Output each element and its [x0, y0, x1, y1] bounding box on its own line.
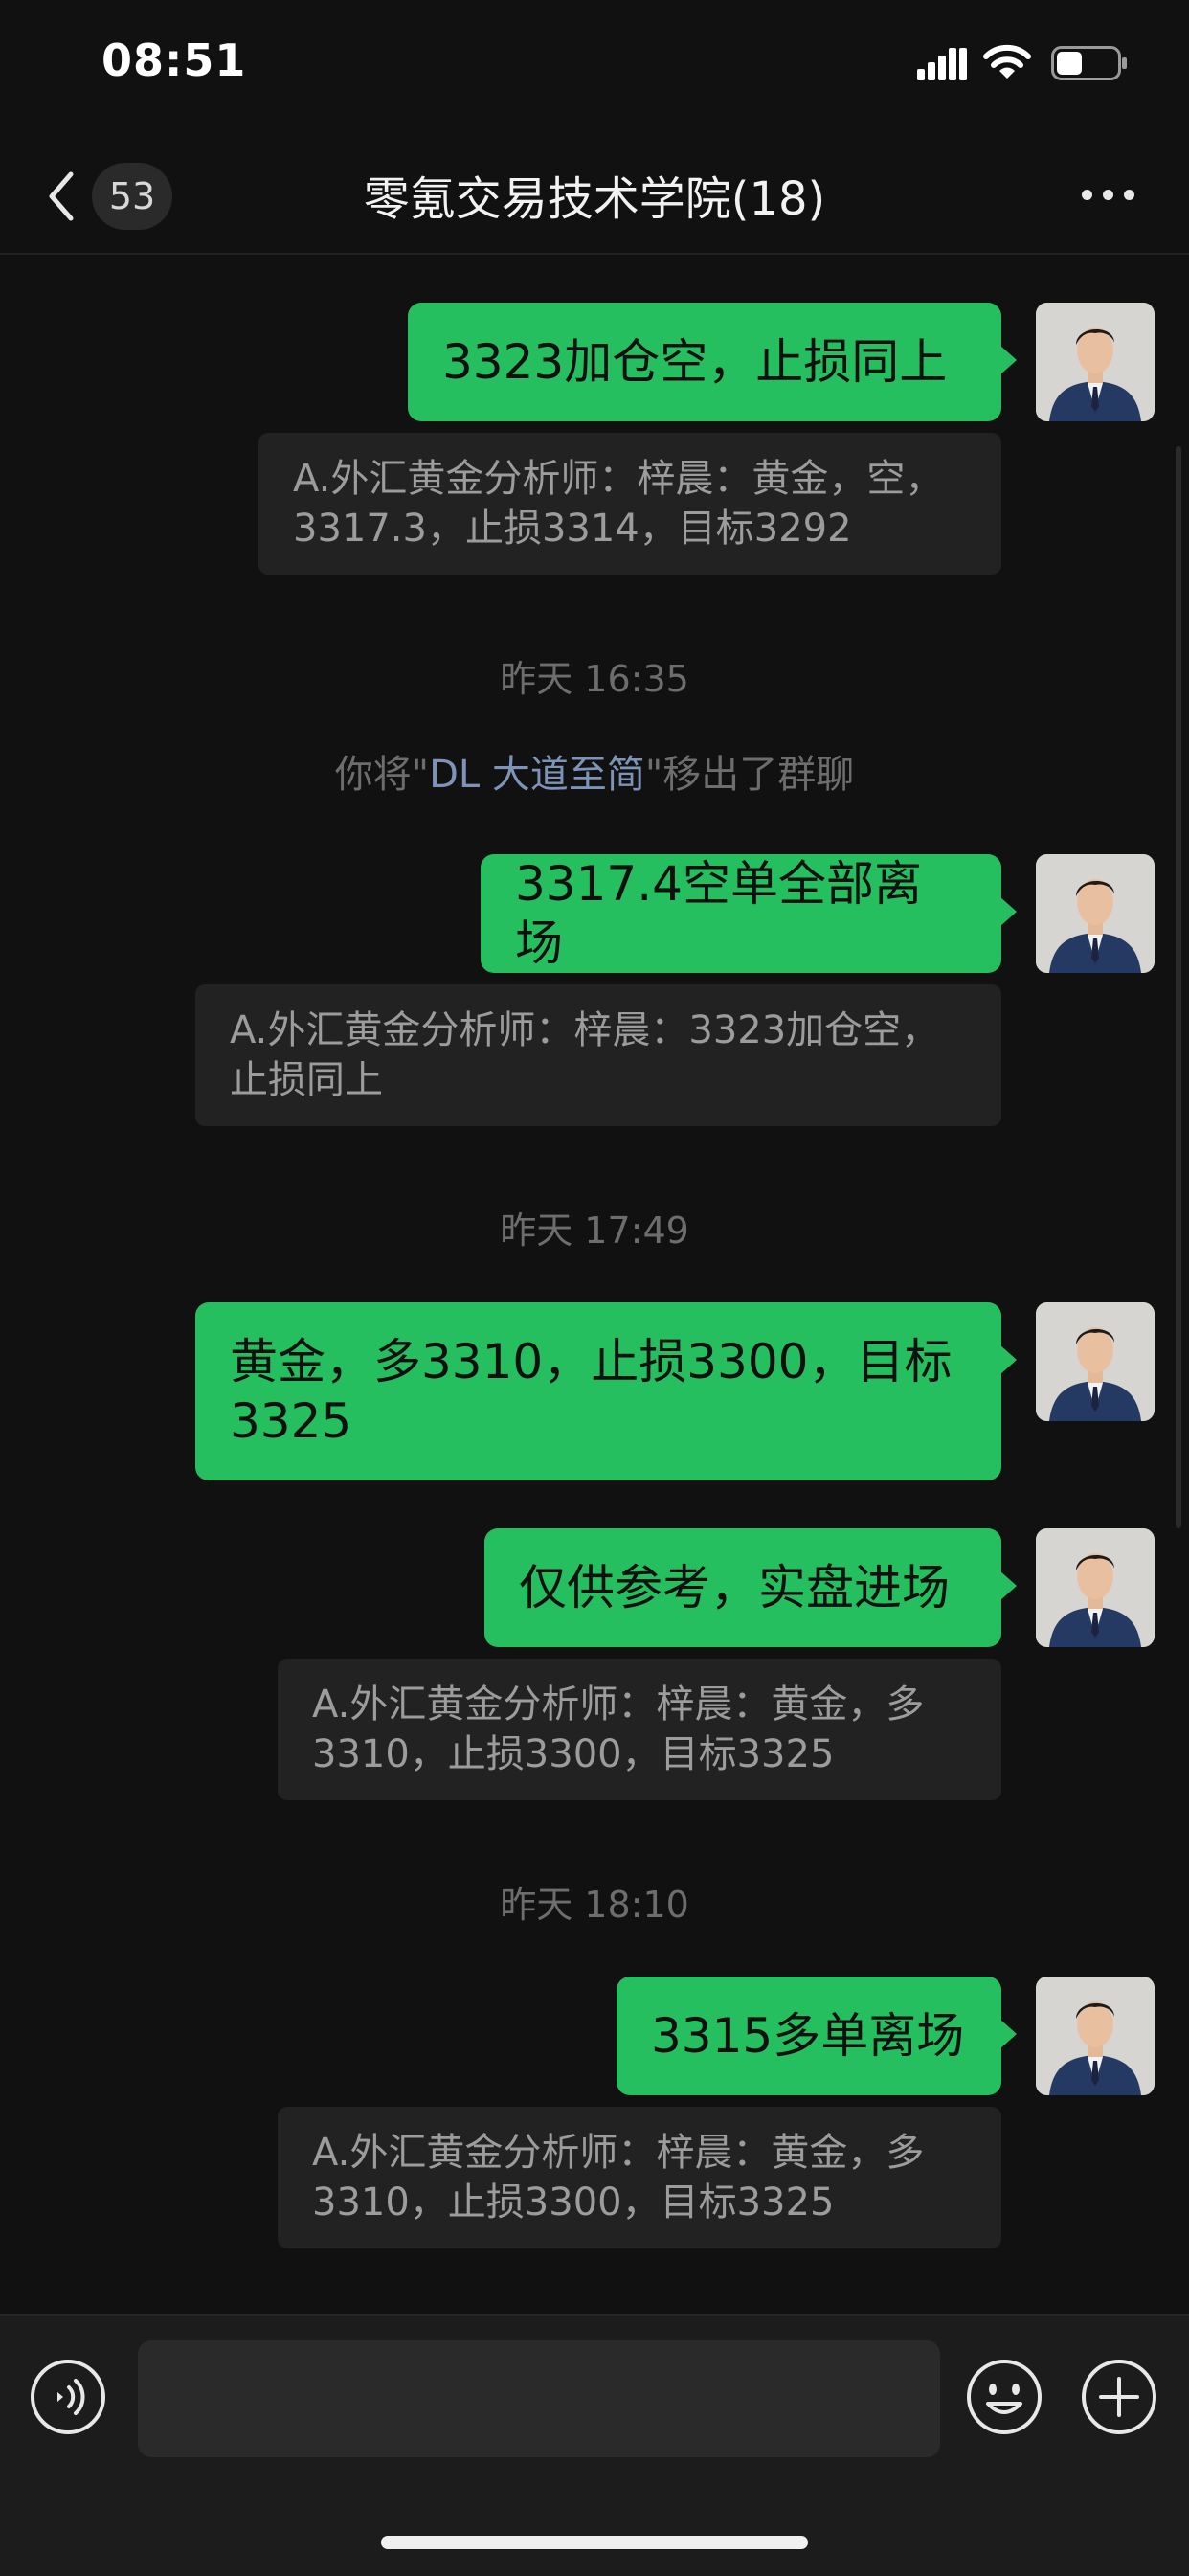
status-time: 08:51 — [101, 34, 247, 86]
message-bubble[interactable]: 3315多单离场 — [617, 1977, 1017, 2095]
avatar[interactable] — [1036, 854, 1155, 973]
message-text: 仅供参考，实盘进场 — [519, 1560, 950, 1616]
timestamp: 昨天 16:35 — [500, 658, 689, 700]
message-bubble[interactable]: 3323加仓空，止损同上 — [408, 303, 1017, 421]
home-indicator — [381, 2536, 808, 2549]
avatar[interactable] — [1036, 1302, 1155, 1421]
message-text: 3317.4空单全部离场 — [515, 856, 922, 971]
avatar-portrait — [1036, 303, 1155, 421]
system-text-prefix: 你将" — [334, 753, 430, 797]
message-input-bar — [0, 2314, 1189, 2576]
quote-text: A.外汇黄金分析师：梓晨：黄金，多3310，止损3300，目标3325 — [312, 2131, 925, 2225]
back-button[interactable]: 53 — [38, 161, 182, 230]
smiley-icon[interactable] — [965, 2358, 1043, 2436]
quoted-message[interactable]: A.外汇黄金分析师：梓晨：3323加仓空，止损同上 — [195, 984, 1001, 1126]
status-bar: 08:51 — [0, 0, 1189, 134]
timestamp: 昨天 18:10 — [500, 1884, 689, 1926]
message-bubble[interactable]: 3317.4空单全部离场 — [481, 854, 1017, 973]
message-input[interactable] — [138, 2340, 940, 2457]
avatar[interactable] — [1036, 1977, 1155, 2095]
message-text: 3323加仓空，止损同上 — [442, 334, 948, 390]
system-text-suffix: "移出了群聊 — [644, 753, 855, 797]
chevron-left-icon — [49, 171, 74, 221]
avatar[interactable] — [1036, 1528, 1155, 1647]
scrollbar[interactable] — [1176, 446, 1181, 1528]
avatar-portrait — [1036, 854, 1155, 973]
chat-header: 53 零氪交易技术学院(18) — [0, 134, 1189, 255]
member-name-link[interactable]: DL 大道至简 — [429, 753, 645, 797]
quote-text: A.外汇黄金分析师：梓晨：黄金，多3310，止损3300，目标3325 — [312, 1683, 925, 1776]
message-text: 3315多单离场 — [651, 2008, 965, 2064]
quoted-message[interactable]: A.外汇黄金分析师：梓晨：黄金，多3310，止损3300，目标3325 — [278, 1659, 1001, 1800]
plus-circle-icon[interactable] — [1080, 2358, 1158, 2436]
avatar-portrait — [1036, 1302, 1155, 1421]
quote-text: A.外汇黄金分析师：梓晨：3323加仓空，止损同上 — [230, 1008, 940, 1102]
quote-text: A.外汇黄金分析师：梓晨：黄金，空，3317.3，止损3314，目标3292 — [293, 457, 944, 551]
message-bubble[interactable]: 黄金，多3310，止损3300，目标3325 — [195, 1302, 1017, 1480]
quoted-message[interactable]: A.外汇黄金分析师：梓晨：黄金，多3310，止损3300，目标3325 — [278, 2107, 1001, 2248]
timestamp: 昨天 17:49 — [500, 1209, 689, 1252]
message-bubble[interactable]: 仅供参考，实盘进场 — [484, 1528, 1017, 1647]
voice-icon[interactable] — [29, 2358, 107, 2436]
avatar-portrait — [1036, 1528, 1155, 1647]
system-message: 你将"DL 大道至简"移出了群聊 — [0, 743, 1189, 799]
battery-icon — [1051, 46, 1127, 80]
avatar-portrait — [1036, 1977, 1155, 2095]
more-options-button[interactable] — [1070, 172, 1147, 220]
quoted-message[interactable]: A.外汇黄金分析师：梓晨：黄金，空，3317.3，止损3314，目标3292 — [258, 433, 1001, 575]
cellular-signal-icon — [917, 48, 967, 80]
ellipsis-icon — [1082, 190, 1092, 200]
unread-count-badge: 53 — [92, 163, 172, 230]
avatar[interactable] — [1036, 303, 1155, 421]
wifi-icon — [983, 44, 1031, 79]
message-list[interactable]: 3323加仓空，止损同上 A.外汇黄金分析师：梓晨：黄金，空，3317.3，止损… — [0, 255, 1189, 2314]
message-text: 黄金，多3310，止损3300，目标3325 — [230, 1334, 953, 1449]
